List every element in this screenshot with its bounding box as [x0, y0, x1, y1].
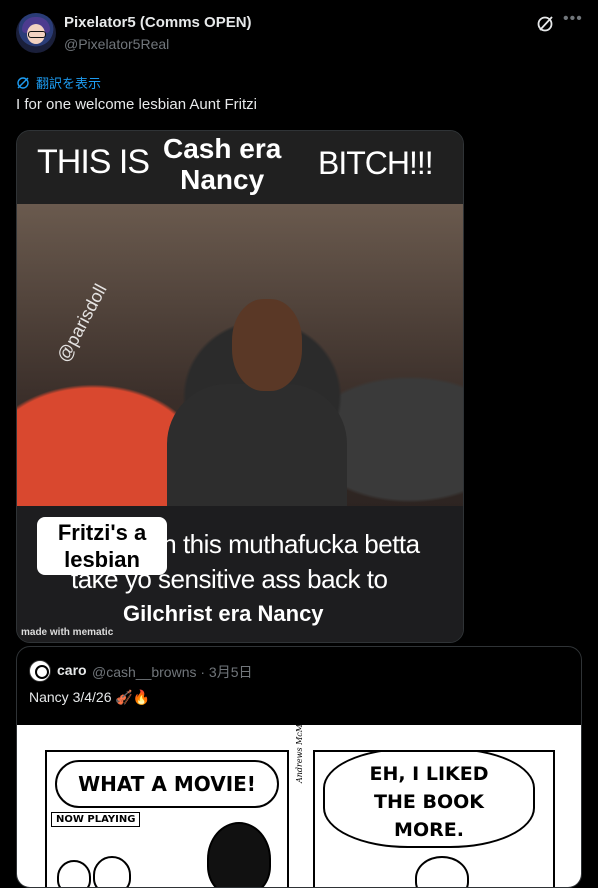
author-avatar[interactable] [16, 13, 56, 53]
laughing-man-head [232, 299, 302, 391]
quoted-post[interactable]: caro @cash__browns · 3月5日 Nancy 3/4/26 🎻… [16, 646, 582, 888]
quoted-post-text: Nancy 3/4/26 🎻🔥 [29, 689, 151, 705]
translate-icon [17, 76, 29, 89]
comic-figure-right [207, 822, 271, 887]
meme-text-top-center-line1: Cash era [163, 133, 282, 164]
author-display-name[interactable]: Pixelator5 (Comms OPEN) [64, 14, 252, 31]
quoted-comic-image[interactable]: WHAT A MOVIE! NOW PLAYING Andrews McMeel… [17, 712, 581, 887]
meme-text-top-left: THIS IS [37, 143, 150, 181]
post-image[interactable]: THIS IS Cash era Nancy BITCH!!! @parisdo… [16, 130, 464, 643]
comic-figure-left [57, 860, 91, 887]
comic-figure-panel2 [415, 856, 469, 887]
avatar-glasses [28, 31, 46, 38]
comic-credit: Andrews McMeel [295, 712, 304, 783]
comic-bubble-2-line3: MORE. [394, 819, 464, 841]
comic-panel-1: WHAT A MOVIE! NOW PLAYING [45, 750, 289, 887]
comic-speech-bubble-1: WHAT A MOVIE! [55, 760, 279, 808]
meme-text-top-center-line2: Nancy [180, 164, 265, 195]
translate-link[interactable]: 翻訳を表示 [16, 73, 101, 92]
comic-bubble-2-line1: EH, I LIKED [369, 763, 489, 785]
post-text: I for one welcome lesbian Aunt Fritzi [16, 96, 257, 113]
grok-icon[interactable] [536, 15, 554, 33]
meme-caption-line3: Gilchrist era Nancy [123, 601, 324, 626]
comic-panel-2: EH, I LIKED THE BOOK MORE. [313, 750, 555, 887]
meme-footer: made with mematic [21, 627, 114, 638]
meme-text-top-right: BITCH!!! [318, 145, 434, 181]
comic-bubble-2-line2: THE BOOK [374, 791, 484, 813]
meme-text-top-center: Cash era Nancy [163, 133, 281, 195]
quoted-author-name[interactable]: caro [57, 662, 87, 678]
meme-caption-line1: in this muthafucka betta [157, 529, 420, 559]
quoted-author-avatar[interactable] [29, 660, 51, 682]
more-options-icon[interactable]: ••• [563, 10, 583, 28]
comic-figure-center [93, 856, 131, 887]
quoted-author-handle-date[interactable]: @cash__browns · 3月5日 [92, 662, 253, 682]
author-handle[interactable]: @Pixelator5Real [64, 36, 169, 52]
meme-caption-line2: take yo sensitive ass back to [71, 564, 388, 594]
translate-label: 翻訳を表示 [36, 76, 102, 91]
meme-sticker-line1: Fritzi's a [57, 520, 147, 545]
comic-speech-bubble-2: EH, I LIKED THE BOOK MORE. [323, 752, 535, 848]
comic-now-playing-sign: NOW PLAYING [51, 812, 141, 827]
